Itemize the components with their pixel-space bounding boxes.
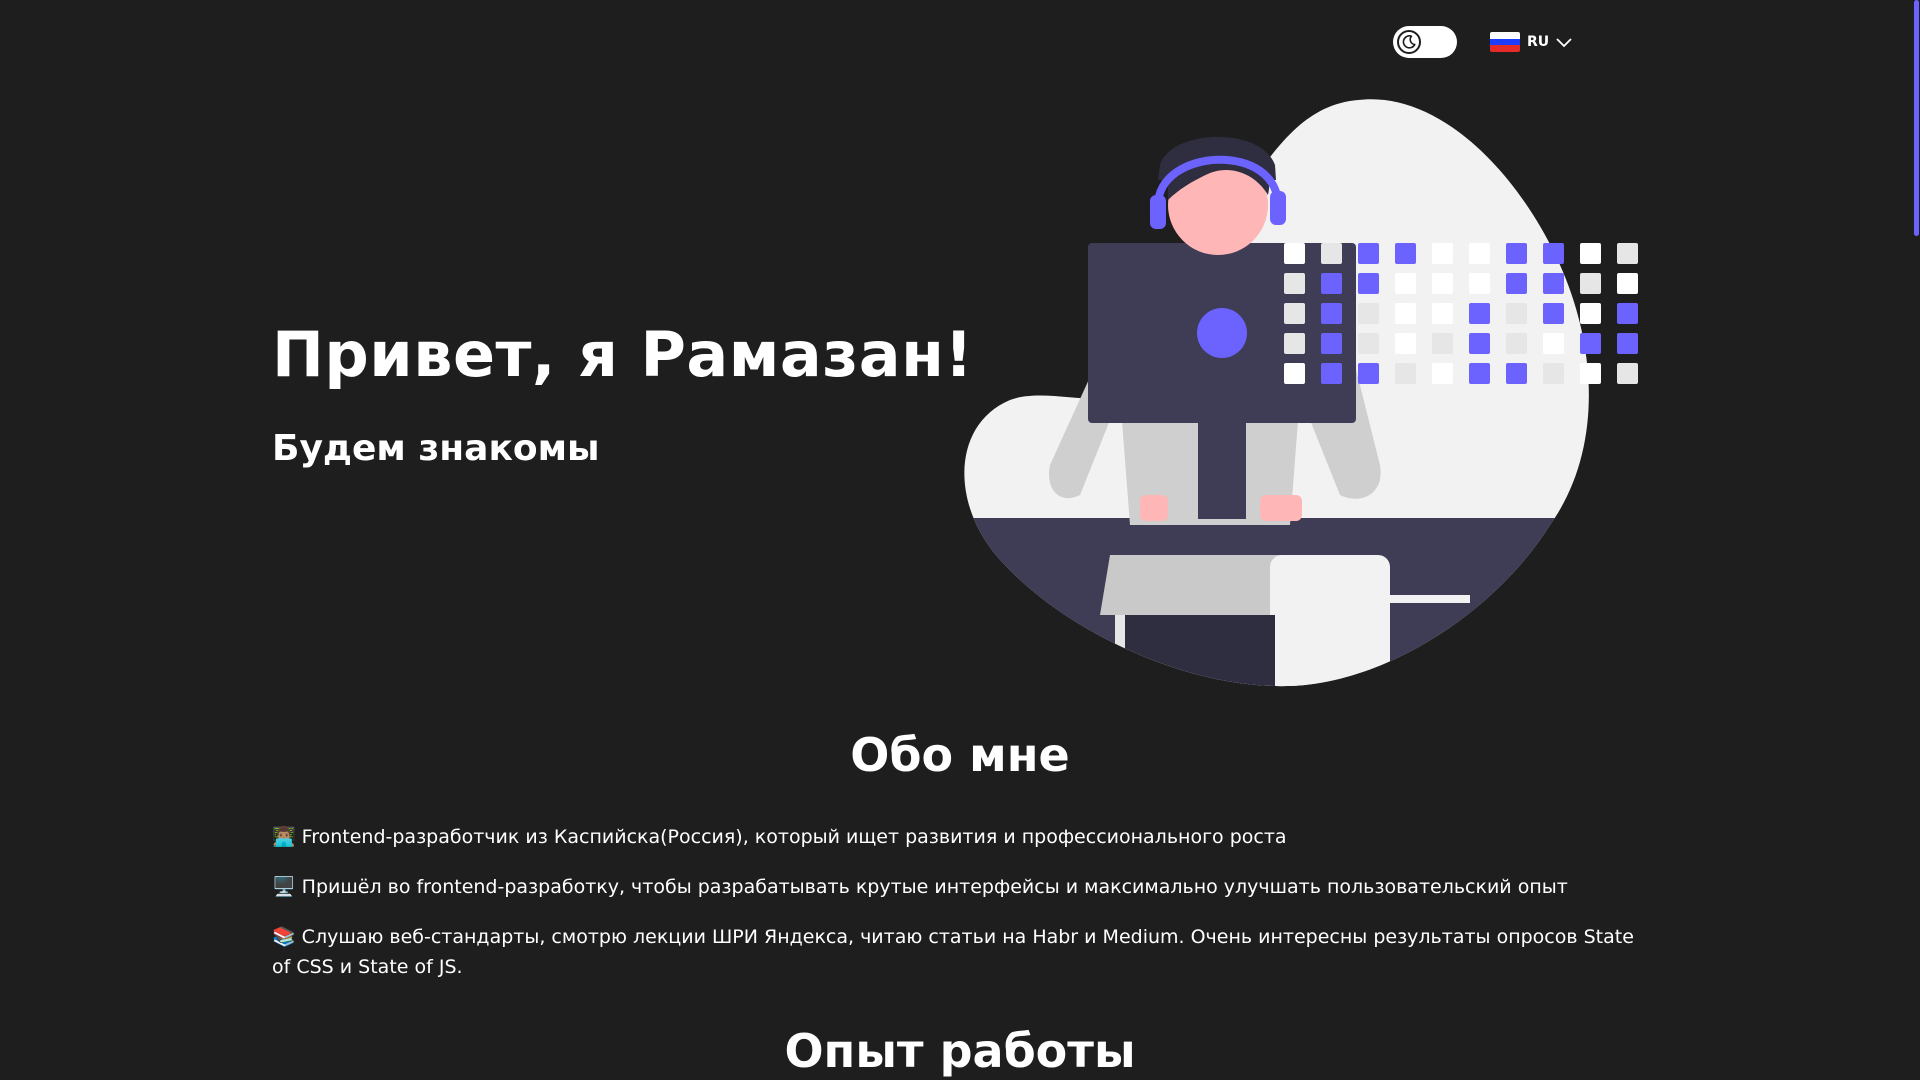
pixel-square [1543, 303, 1564, 324]
pixel-square [1469, 363, 1490, 384]
pixel-square [1284, 273, 1305, 294]
hero-subtitle: Будем знакомы [272, 428, 600, 469]
scrollbar-thumb[interactable] [1914, 0, 1919, 236]
pixel-square [1543, 363, 1564, 384]
list-item: 👨🏽‍💻 Frontend-разработчик из Каспийска(Ро… [272, 822, 1652, 852]
pixel-square [1543, 273, 1564, 294]
pixel-square [1358, 243, 1379, 264]
about-list: 👨🏽‍💻 Frontend-разработчик из Каспийска(Ро… [272, 822, 1652, 1002]
pixel-square [1321, 273, 1342, 294]
russia-flag-icon [1490, 32, 1520, 52]
pixel-square [1617, 243, 1638, 264]
scrollbar[interactable] [1912, 0, 1920, 1080]
hero-title: Привет, я Рамазан! [272, 318, 974, 391]
pixel-square [1284, 303, 1305, 324]
pixel-square [1506, 333, 1527, 354]
pixel-square [1321, 333, 1342, 354]
experience-section-title: Опыт работы [784, 1024, 1136, 1078]
pixel-square [1284, 333, 1305, 354]
pixel-square [1395, 273, 1416, 294]
pixel-square [1543, 243, 1564, 264]
pixel-square [1469, 303, 1490, 324]
pixel-square [1432, 273, 1453, 294]
pixel-square [1580, 363, 1601, 384]
pixel-square [1469, 333, 1490, 354]
pixel-square [1358, 273, 1379, 294]
page: RU Привет, я Рамазан! Будем знакомы Обо … [0, 0, 1920, 1080]
pixel-square [1395, 303, 1416, 324]
pixel-square [1543, 333, 1564, 354]
pixel-square [1506, 273, 1527, 294]
pixel-square [1358, 303, 1379, 324]
list-item: 🖥️ Пришёл во frontend-разработку, чтобы р… [272, 872, 1652, 902]
pixel-square [1321, 243, 1342, 264]
pixel-square [1580, 273, 1601, 294]
monitor-emoji-icon: 🖥️ [272, 876, 296, 898]
theme-toggle[interactable] [1393, 26, 1457, 58]
moon-icon [1397, 30, 1421, 54]
about-item-text: Пришёл во frontend-разработку, чтобы раз… [301, 876, 1568, 898]
pixel-square [1284, 363, 1305, 384]
pixel-square [1395, 333, 1416, 354]
pixel-square [1617, 303, 1638, 324]
pixel-square [1395, 243, 1416, 264]
pixel-square [1432, 243, 1453, 264]
pixel-square [1580, 303, 1601, 324]
pixel-square [1432, 363, 1453, 384]
about-item-text: Frontend-разработчик из Каспийска(Россия… [301, 826, 1287, 848]
pixel-square [1506, 363, 1527, 384]
pixel-square [1580, 333, 1601, 354]
language-code: RU [1527, 34, 1550, 50]
about-item-text: Слушаю веб-стандарты, смотрю лекции ШРИ … [272, 926, 1634, 978]
developer-emoji-icon: 👨🏽‍💻 [272, 826, 296, 848]
pixel-square [1617, 363, 1638, 384]
pixel-square [1358, 363, 1379, 384]
pixel-square [1321, 363, 1342, 384]
books-emoji-icon: 📚 [272, 926, 296, 948]
pixel-square [1506, 303, 1527, 324]
list-item: 📚 Слушаю веб-стандарты, смотрю лекции ШРИ… [272, 922, 1652, 982]
pixel-square [1580, 243, 1601, 264]
pixel-square [1432, 303, 1453, 324]
pixel-square [1395, 363, 1416, 384]
pixel-square [1469, 273, 1490, 294]
pixel-square [1358, 333, 1379, 354]
pixel-square [1617, 333, 1638, 354]
pixel-square [1506, 243, 1527, 264]
developer-at-laptop-illustration [964, 99, 1638, 687]
language-select[interactable]: RU [1490, 30, 1572, 54]
pixel-square [1617, 273, 1638, 294]
pixel-square [1432, 333, 1453, 354]
pixel-square [1321, 303, 1342, 324]
pixel-square [1469, 243, 1490, 264]
about-section-title: Обо мне [850, 728, 1070, 782]
chevron-down-icon [1556, 33, 1572, 52]
pixel-square [1284, 243, 1305, 264]
